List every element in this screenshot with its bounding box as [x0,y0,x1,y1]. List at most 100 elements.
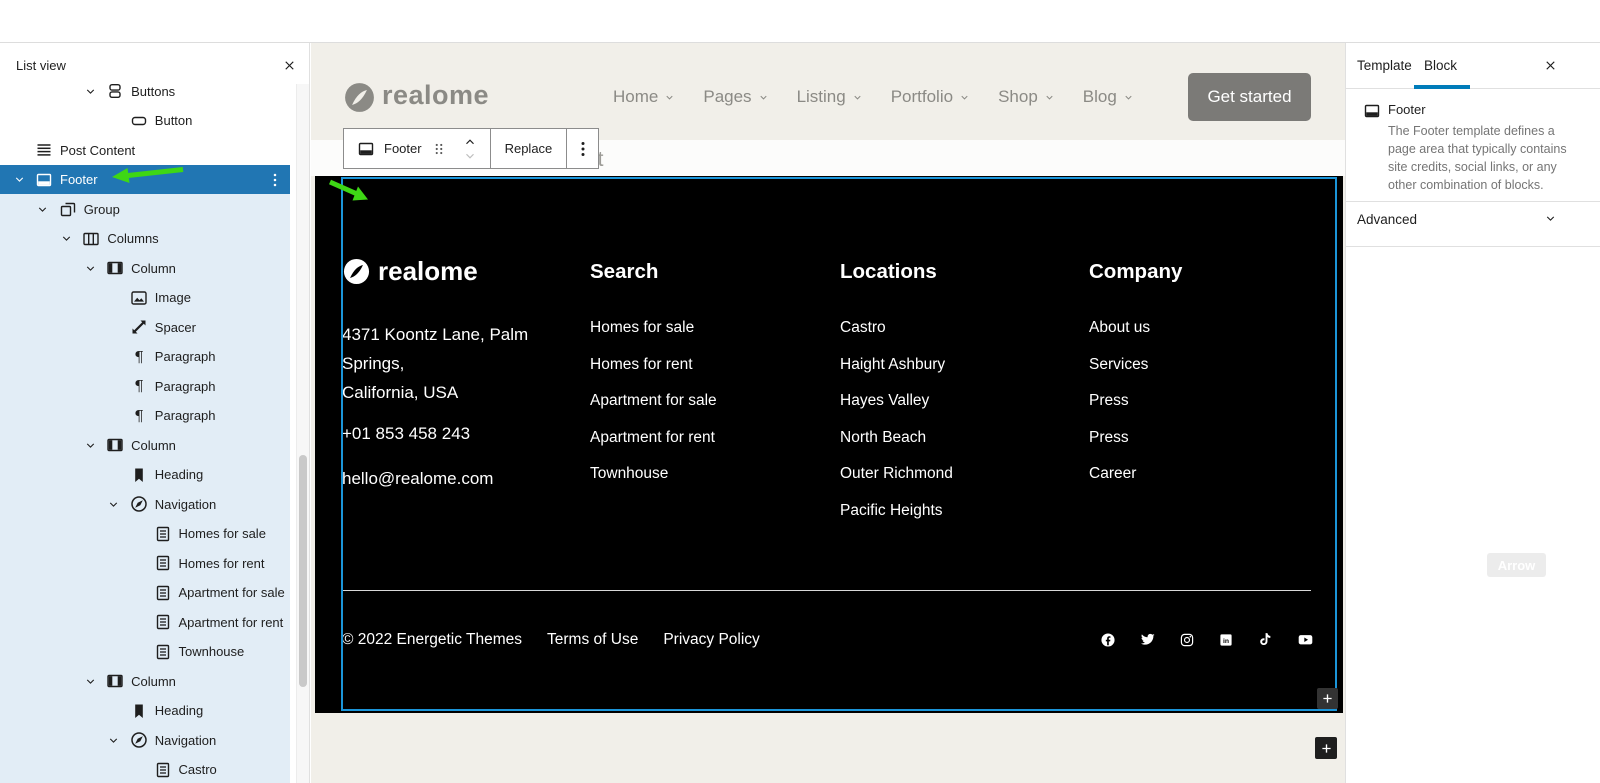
list-view-row-heading[interactable]: Heading [0,459,290,490]
close-list-view-button[interactable] [282,58,297,73]
list-view-row-navigation[interactable]: Navigation [0,489,290,520]
footer-link[interactable]: Castro [840,319,886,337]
list-view-row-column[interactable]: Column [0,666,290,697]
site-logo[interactable] [344,82,375,113]
list-view-row-paragraph[interactable]: ¶ Paragraph [0,341,290,372]
list-view-row-image[interactable]: Image [0,282,290,313]
column-block-icon [105,671,125,691]
expander-chevron-icon[interactable] [34,203,52,216]
move-up-button[interactable] [463,135,477,149]
footer-link[interactable]: Haight Ashbury [840,356,945,374]
drag-handle-icon[interactable] [430,140,448,158]
expander-chevron-icon[interactable] [81,262,99,275]
legal-link[interactable]: Privacy Policy [663,631,759,649]
nav-item-blog[interactable]: Blog [1083,87,1134,107]
svg-text:¶: ¶ [134,348,144,366]
nav-item-portfolio[interactable]: Portfolio [891,87,970,107]
paragraph-block-icon: ¶ [129,347,149,367]
footer-link[interactable]: Services [1089,356,1148,374]
close-sidebar-button[interactable] [1543,58,1558,73]
footer-link[interactable]: About us [1089,319,1150,337]
column-block-icon [105,435,125,455]
list-view-row-buttons[interactable]: Buttons [0,76,290,106]
chevron-down-icon [664,92,675,103]
facebook-icon[interactable] [1100,632,1116,648]
move-down-button[interactable] [463,149,477,163]
block-label: Paragraph [154,349,216,365]
list-view-row-column[interactable]: Column [0,430,290,461]
list-view-row-button[interactable]: Button [0,106,290,136]
list-view-row-castro[interactable]: Castro [0,754,290,783]
replace-button[interactable]: Replace [489,129,567,168]
list-view-row-footer[interactable]: Footer [0,164,290,195]
chevron-down-icon [1044,92,1055,103]
footer-link[interactable]: Career [1089,465,1136,483]
list-view-row-columns[interactable]: Columns [0,223,290,254]
footer-column-heading: Search [590,260,659,283]
linkedin-icon[interactable]: in [1218,632,1234,648]
list-view-title: List view [16,58,66,73]
list-view-row-paragraph[interactable]: ¶ Paragraph [0,371,290,402]
list-view-row-navigation[interactable]: Navigation [0,725,290,756]
list-view-row-heading[interactable]: Heading [0,695,290,726]
footer-link[interactable]: North Beach [840,429,926,447]
list-view-row-post-content[interactable]: Post Content [0,135,290,165]
instagram-icon[interactable] [1179,632,1195,648]
legal-link[interactable]: Terms of Use [547,631,638,649]
list-view-row-spacer[interactable]: Spacer [0,312,290,343]
footer-link[interactable]: Pacific Heights [840,502,943,520]
list-view-row-apartment-for-rent[interactable]: Apartment for rent [0,607,290,638]
block-appender-button[interactable] [1315,737,1337,759]
footer-link[interactable]: Homes for rent [590,356,693,374]
expander-chevron-icon[interactable] [10,173,28,186]
site-brand[interactable]: realome [382,80,489,111]
nav-item-shop[interactable]: Shop [998,87,1055,107]
twitter-icon[interactable] [1139,631,1156,648]
youtube-icon[interactable] [1297,631,1314,648]
expander-chevron-icon[interactable] [81,439,99,452]
expander-chevron-icon[interactable] [81,675,99,688]
footer-link[interactable]: Apartment for sale [590,392,717,410]
list-view-row-homes-for-rent[interactable]: Homes for rent [0,548,290,579]
list-view-row-group[interactable]: Group [0,194,290,225]
list-view-row-apartment-for-sale[interactable]: Apartment for sale [0,577,290,608]
footer-link[interactable]: Apartment for rent [590,429,715,447]
block-appender-button[interactable] [1317,688,1338,709]
nav-item-home[interactable]: Home [613,87,675,107]
footer-link[interactable]: Outer Richmond [840,465,953,483]
block-options-button[interactable] [566,129,598,168]
tab-block[interactable]: Block [1424,58,1457,73]
expander-chevron-icon[interactable] [105,734,123,747]
list-view-row-townhouse[interactable]: Townhouse [0,636,290,667]
nav-item-pages[interactable]: Pages [703,87,768,107]
footer-logo[interactable] [343,258,370,285]
block-label: Homes for rent [178,555,265,571]
footer-link[interactable]: Press [1089,392,1129,410]
plus-icon [1319,741,1334,756]
row-options-button[interactable] [266,171,284,189]
scrollbar-thumb[interactable] [299,455,307,687]
list-view-row-homes-for-sale[interactable]: Homes for sale [0,518,290,549]
footer-link[interactable]: Townhouse [590,465,668,483]
list-view-row-column[interactable]: Column [0,253,290,284]
get-started-button[interactable]: Get started [1188,73,1311,121]
block-toolbar-label: Footer [384,141,422,156]
list-view-row-paragraph[interactable]: ¶ Paragraph [0,400,290,431]
site-navigation: Home Pages Listing Portfolio Shop Blog [613,84,1134,110]
top-bar [0,0,1600,43]
paragraph-block-icon: ¶ [129,376,149,396]
footer-link[interactable]: Homes for sale [590,319,694,337]
nav-item-listing[interactable]: Listing [797,87,863,107]
active-tab-indicator [1414,85,1470,89]
tiktok-icon[interactable] [1257,631,1274,648]
block-label: Image [154,290,191,306]
block-label: Columns [107,231,159,247]
footer-link[interactable]: Press [1089,429,1129,447]
tab-template[interactable]: Template [1357,58,1412,73]
block-label: Group [83,201,120,217]
footer-link[interactable]: Hayes Valley [840,392,929,410]
expander-chevron-icon[interactable] [57,232,75,245]
expander-chevron-icon[interactable] [81,85,99,98]
expander-chevron-icon[interactable] [105,498,123,511]
advanced-panel-toggle[interactable]: Advanced [1357,212,1417,227]
